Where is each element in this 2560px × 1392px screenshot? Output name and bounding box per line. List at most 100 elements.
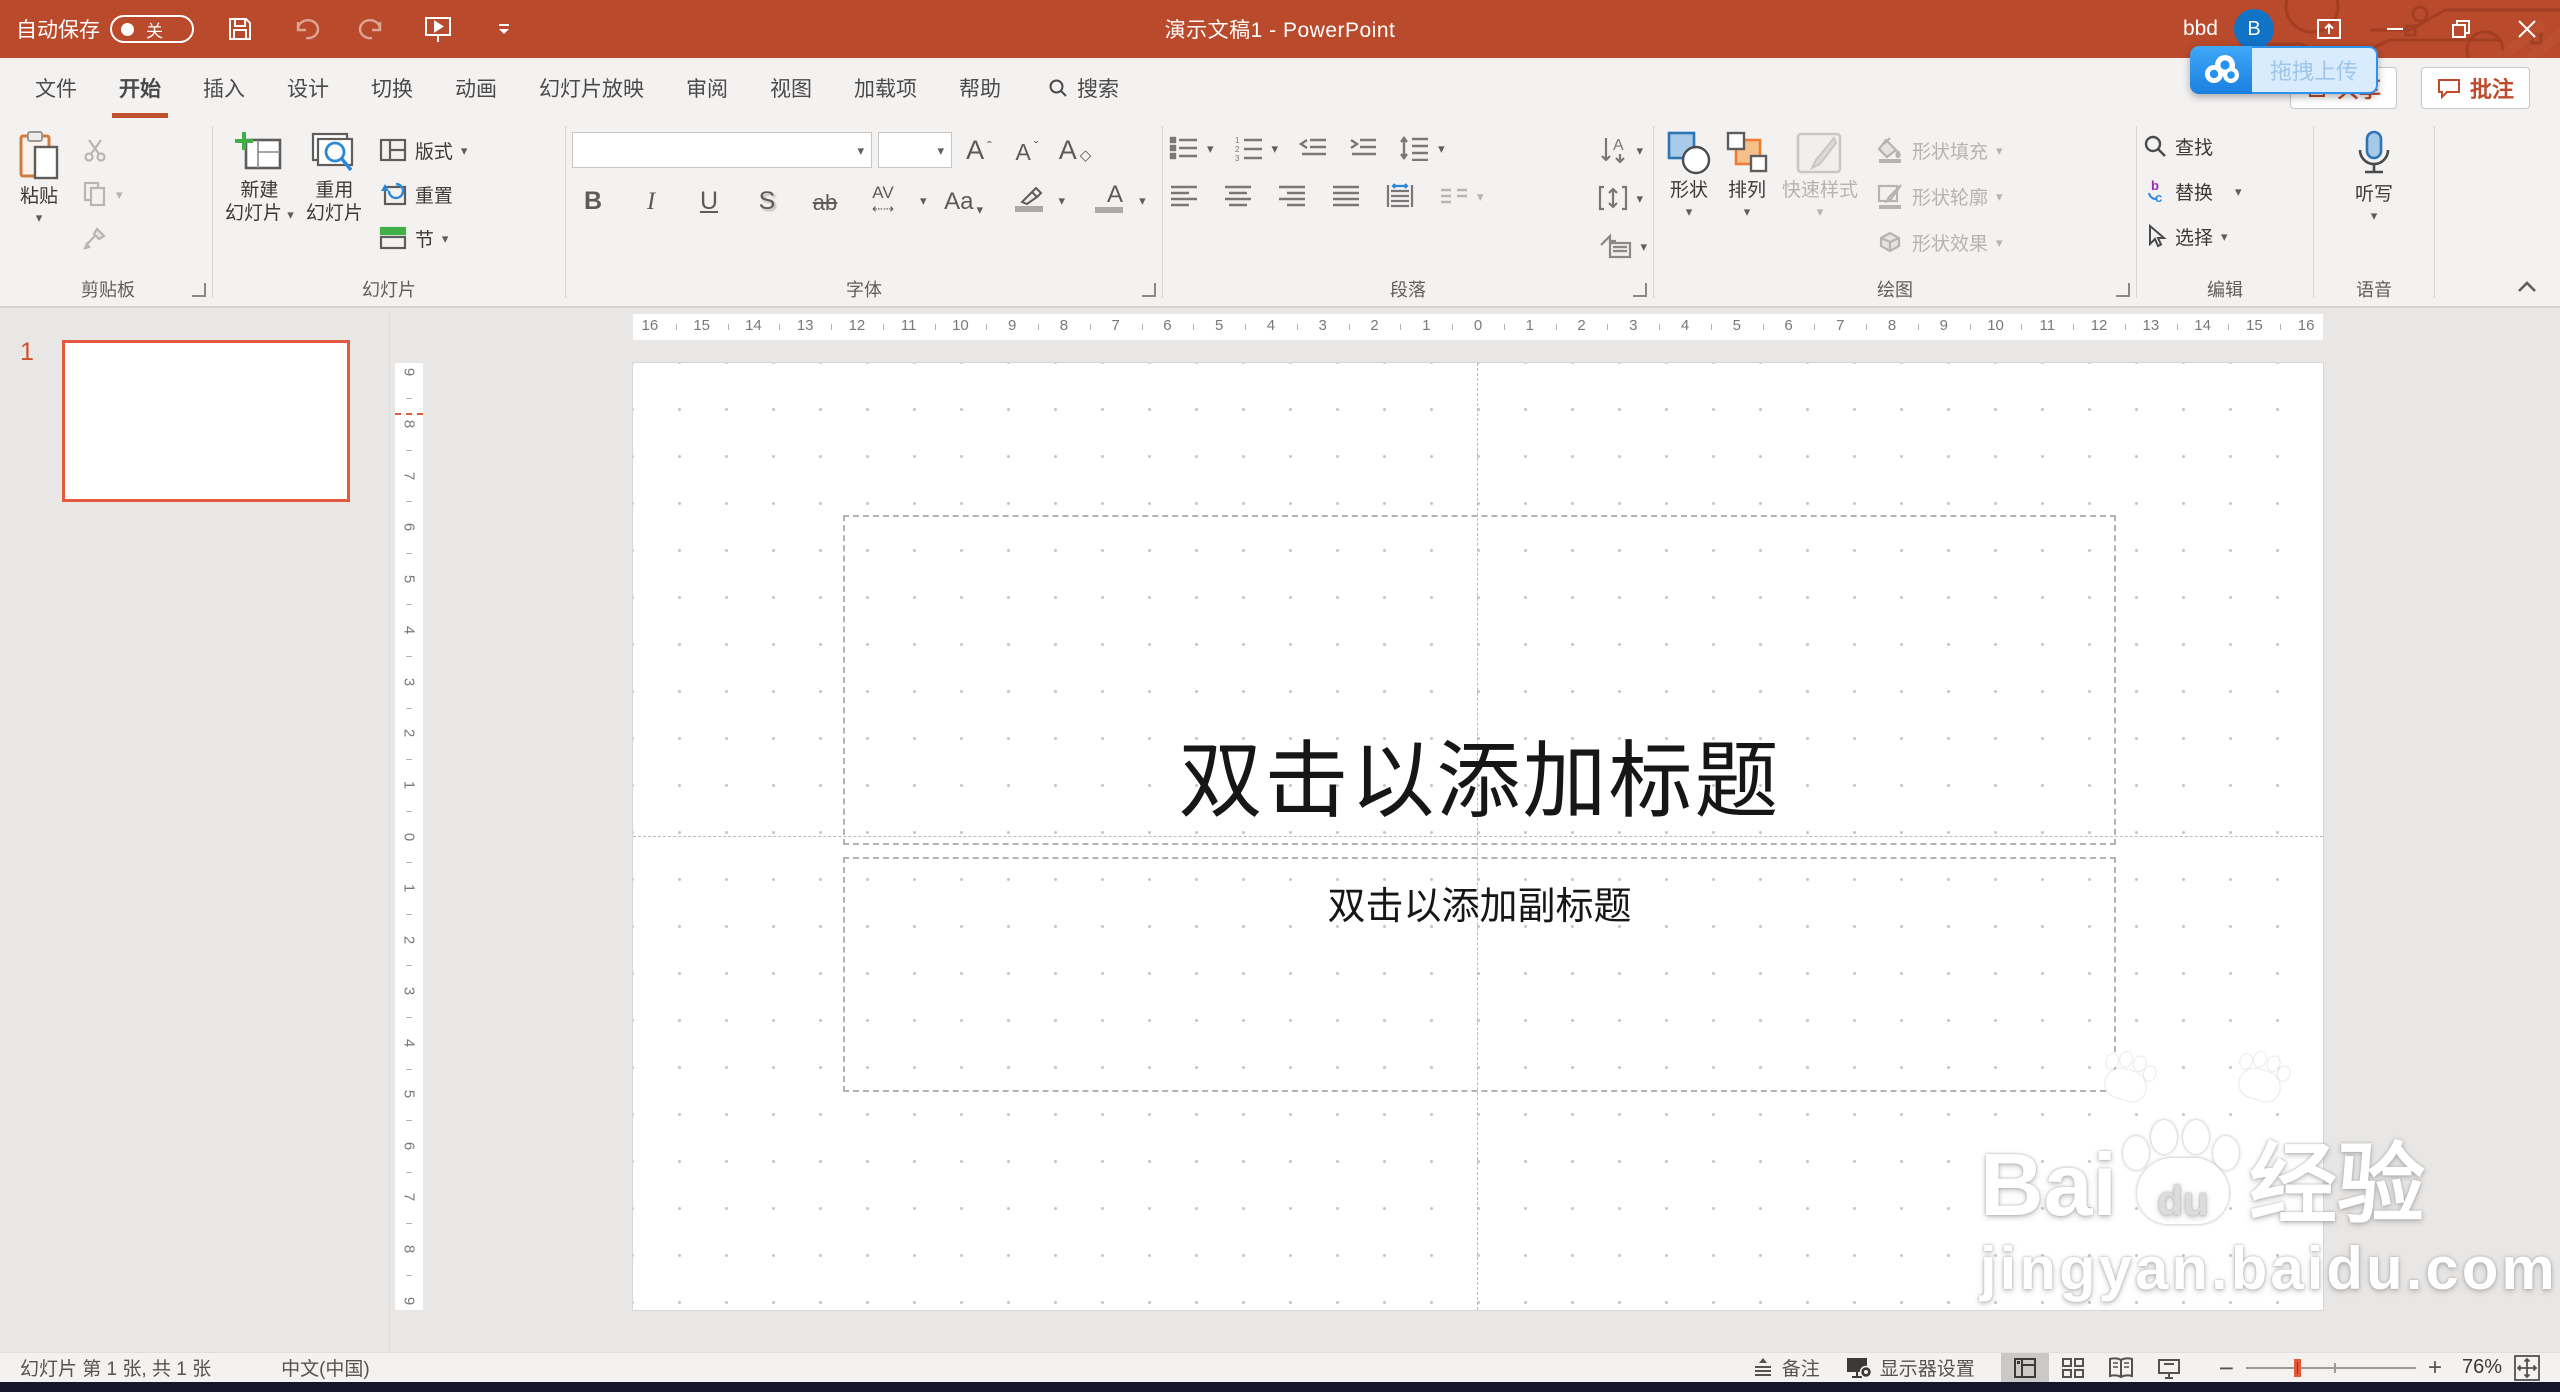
- decrease-indent-button[interactable]: [1298, 130, 1328, 166]
- subtitle-placeholder-text: 双击以添加副标题: [1327, 886, 1632, 928]
- tab-review[interactable]: 审阅: [665, 58, 749, 118]
- subtitle-placeholder[interactable]: 双击以添加副标题: [843, 857, 2116, 1092]
- comments-button[interactable]: 批注: [2420, 67, 2530, 109]
- character-spacing-button[interactable]: AV ⇠⇢: [862, 180, 904, 220]
- shapes-button[interactable]: 形状 ▾: [1660, 126, 1718, 218]
- slide-sorter-view-button[interactable]: [2049, 1353, 2097, 1383]
- tab-slideshow[interactable]: 幻灯片放映: [518, 58, 665, 118]
- redo-button[interactable]: [352, 9, 392, 49]
- increase-indent-button[interactable]: [1348, 130, 1378, 166]
- tab-file[interactable]: 文件: [14, 58, 98, 118]
- copy-button[interactable]: ▾: [82, 176, 123, 212]
- zoom-percentage[interactable]: 76%: [2454, 1356, 2502, 1379]
- netdisk-upload-widget[interactable]: 拖拽上传: [2190, 46, 2378, 94]
- layout-button[interactable]: 版式 ▾: [379, 132, 467, 168]
- decrease-font-button[interactable]: Aˇ: [1006, 130, 1048, 170]
- quick-styles-button[interactable]: 快速样式 ▾: [1776, 126, 1864, 218]
- vertical-ruler[interactable]: 9 8 7 6 5 4 3 2 1 0 1 2 3 4 5 6 7 8 9: [395, 363, 423, 1310]
- change-case-button[interactable]: Aa ▾: [943, 180, 985, 220]
- font-name-combo[interactable]: ▾: [572, 132, 872, 168]
- tab-home[interactable]: 开始: [98, 58, 182, 118]
- customize-qat-button[interactable]: [484, 9, 524, 49]
- close-button[interactable]: [2494, 0, 2560, 58]
- avatar[interactable]: B: [2234, 9, 2274, 49]
- cut-button[interactable]: [82, 132, 123, 168]
- tab-insert[interactable]: 插入: [182, 58, 266, 118]
- font-color-button[interactable]: A: [1081, 180, 1124, 220]
- tab-design[interactable]: 设计: [266, 58, 350, 118]
- shape-effects-button[interactable]: 形状效果 ▾: [1876, 224, 2003, 260]
- justify-button[interactable]: [1331, 178, 1361, 214]
- notes-button[interactable]: 备注: [1752, 1354, 1820, 1381]
- bullets-button[interactable]: ▾: [1169, 130, 1214, 166]
- tab-addins[interactable]: 加载项: [833, 58, 938, 118]
- convert-smartart-button[interactable]: ▾: [1598, 228, 1647, 264]
- autosave-control[interactable]: 自动保存 关: [16, 14, 194, 44]
- ribbon-group-paragraph: ▾ 123 ▾ ▾ ▾ A ▾ ▾ ▾ 段落: [1163, 118, 1653, 306]
- new-slide-button[interactable]: 新建 幻灯片 ▾: [219, 126, 300, 225]
- tab-transitions[interactable]: 切换: [350, 58, 434, 118]
- bold-button[interactable]: B: [572, 180, 614, 220]
- horizontal-ruler[interactable]: 16 15 14 13 12 11 10 9 8 7 6 5 4 3 2 1 0 1 2 3 4 5 6 7 8 9 10 11 12 1…: [633, 314, 2323, 340]
- start-slideshow-button[interactable]: [418, 9, 458, 49]
- find-button[interactable]: 查找: [2143, 128, 2213, 164]
- collapse-ribbon-button[interactable]: [2516, 280, 2538, 294]
- undo-button[interactable]: [286, 9, 326, 49]
- user-name[interactable]: bbd: [2183, 17, 2218, 41]
- replace-button[interactable]: b c 替换 ▾: [2143, 173, 2242, 209]
- select-button[interactable]: 选择 ▾: [2143, 218, 2228, 254]
- clipboard-dialog-launcher[interactable]: [192, 283, 206, 297]
- language-indicator[interactable]: 中文(中国): [281, 1354, 370, 1381]
- zoom-slider-thumb[interactable]: [2293, 1358, 2301, 1377]
- shape-outline-button[interactable]: 形状轮廓 ▾: [1876, 178, 2003, 214]
- section-button[interactable]: 节 ▾: [379, 220, 468, 256]
- numbering-button[interactable]: 123 ▾: [1234, 130, 1279, 166]
- drawing-dialog-launcher[interactable]: [2116, 283, 2130, 297]
- paste-button[interactable]: 粘贴 ▾: [10, 126, 68, 224]
- arrange-icon: [1726, 131, 1768, 173]
- slide-thumbnail[interactable]: [62, 340, 350, 502]
- text-shadow-button[interactable]: S: [746, 180, 788, 220]
- highlight-color-button[interactable]: [1001, 180, 1043, 220]
- align-left-button[interactable]: [1169, 178, 1199, 214]
- shape-fill-button[interactable]: 形状填充 ▾: [1876, 132, 2003, 168]
- search-box[interactable]: 搜索: [1048, 58, 1119, 118]
- align-right-button[interactable]: [1277, 178, 1307, 214]
- align-center-button[interactable]: [1223, 178, 1253, 214]
- format-painter-button[interactable]: [82, 220, 123, 256]
- paragraph-dialog-launcher[interactable]: [1633, 283, 1647, 297]
- save-button[interactable]: [220, 9, 260, 49]
- tab-animations[interactable]: 动画: [434, 58, 518, 118]
- increase-font-button[interactable]: Aˆ: [958, 130, 1000, 170]
- restore-button[interactable]: [2428, 0, 2494, 58]
- reuse-slides-button[interactable]: 重用 幻灯片: [300, 126, 369, 225]
- align-text-button[interactable]: ▾: [1598, 180, 1647, 216]
- italic-button[interactable]: I: [630, 180, 672, 220]
- reading-view-button[interactable]: [2097, 1353, 2145, 1383]
- line-spacing-button[interactable]: ▾: [1398, 130, 1445, 166]
- fit-slide-to-window-icon[interactable]: [2514, 1354, 2540, 1381]
- slide-thumbnail-panel[interactable]: 1: [0, 310, 390, 1352]
- normal-view-button[interactable]: [2000, 1352, 2049, 1383]
- tab-help[interactable]: 帮助: [938, 58, 1022, 118]
- strikethrough-button[interactable]: ab: [804, 180, 846, 220]
- display-settings-button[interactable]: 显示器设置: [1846, 1354, 1975, 1381]
- clear-formatting-button[interactable]: A ◇: [1054, 130, 1096, 170]
- dictate-button[interactable]: 听写 ▾: [2346, 126, 2402, 222]
- zoom-slider[interactable]: [2245, 1358, 2416, 1378]
- font-dialog-launcher[interactable]: [1142, 283, 1156, 297]
- dictate-caret: ▾: [2370, 208, 2378, 224]
- slide-canvas[interactable]: 双击以添加标题 双击以添加副标题: [633, 363, 2323, 1310]
- reset-button[interactable]: 重置: [379, 176, 468, 212]
- autosave-toggle[interactable]: 关: [110, 15, 194, 43]
- underline-button[interactable]: U: [688, 180, 730, 220]
- slideshow-view-button[interactable]: [2145, 1353, 2193, 1383]
- tab-view[interactable]: 视图: [749, 58, 833, 118]
- font-size-combo[interactable]: ▾: [878, 132, 952, 168]
- arrange-button[interactable]: 排列 ▾: [1718, 126, 1776, 218]
- columns-caret: ▾: [1477, 188, 1484, 204]
- columns-button[interactable]: ▾: [1439, 178, 1484, 214]
- text-direction-button[interactable]: A ▾: [1598, 132, 1647, 168]
- distribute-columns-button[interactable]: [1385, 178, 1415, 214]
- title-placeholder[interactable]: 双击以添加标题: [843, 515, 2116, 845]
